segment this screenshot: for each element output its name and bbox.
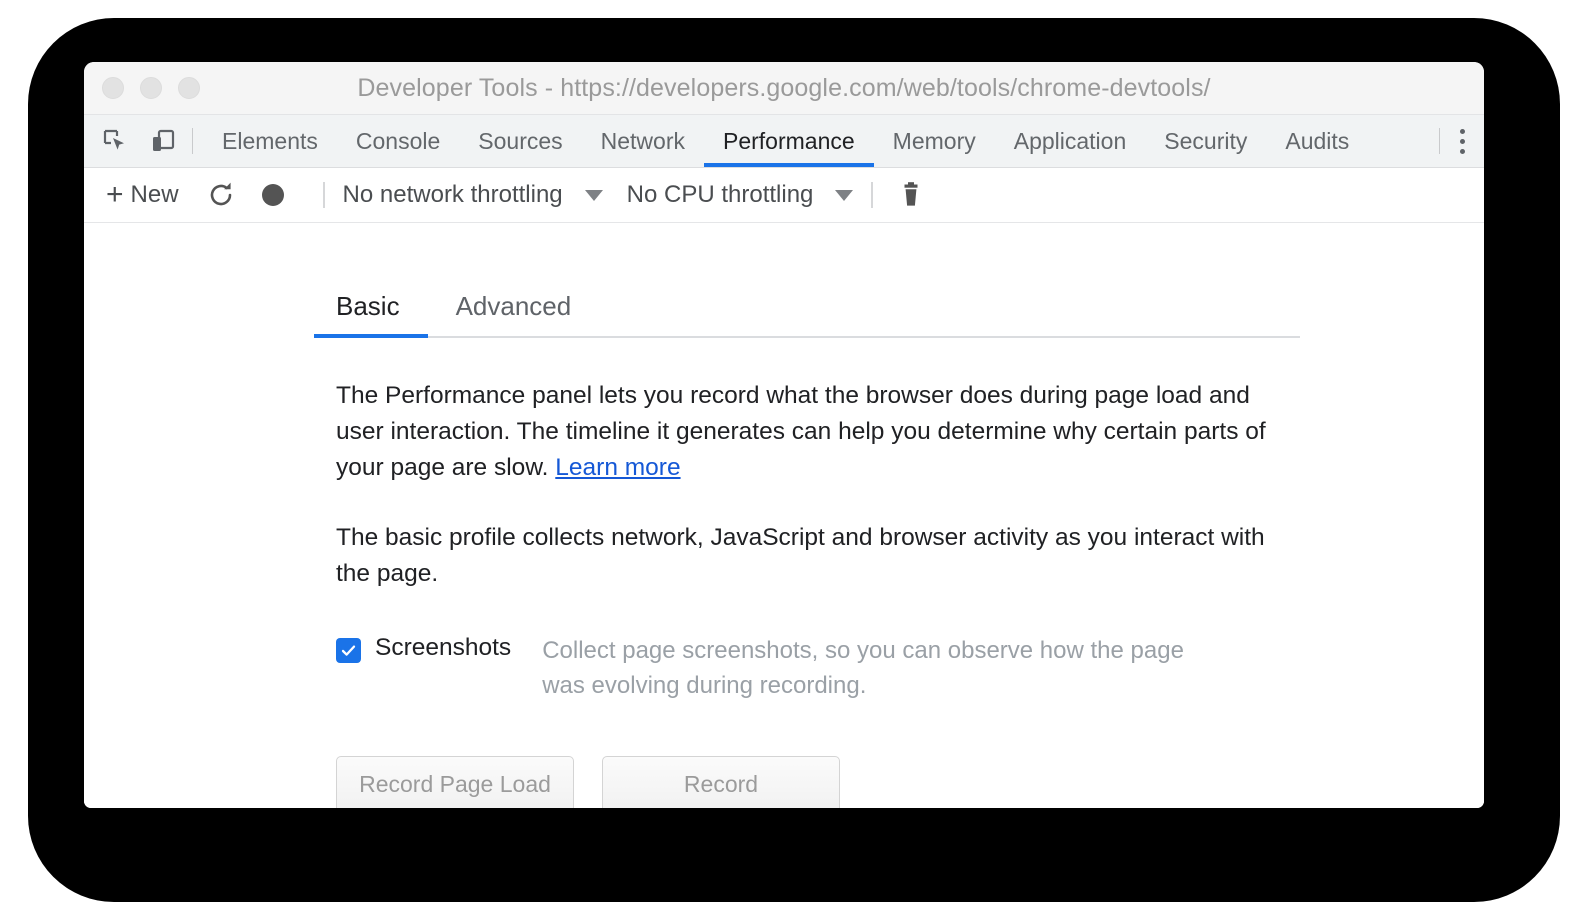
tabbar-tool-icons: [98, 115, 192, 167]
learn-more-link[interactable]: Learn more: [555, 454, 680, 481]
subtab-advanced[interactable]: Advanced: [428, 291, 600, 336]
screenshots-description: Collect page screenshots, so you can obs…: [542, 637, 1184, 699]
record-buttons-row: Record Page Load Record: [336, 755, 1300, 808]
intro-paragraph-text: The Performance panel lets you record wh…: [336, 382, 1266, 481]
tab-performance[interactable]: Performance: [704, 115, 874, 167]
screenshot-root: Developer Tools - https://developers.goo…: [0, 0, 1588, 920]
cpu-throttling-value: No CPU throttling: [626, 181, 814, 208]
record-icon[interactable]: [253, 175, 293, 215]
tab-console[interactable]: Console: [337, 115, 459, 167]
profile-mode-tabs: Basic Advanced: [314, 291, 1300, 338]
record-dot: [261, 184, 284, 206]
kebab-dot: [1459, 148, 1465, 154]
tab-label: Security: [1164, 127, 1248, 154]
screenshots-label[interactable]: Screenshots: [375, 634, 511, 662]
clear-recording-icon[interactable]: [891, 175, 931, 215]
cpu-throttling-select[interactable]: No CPU throttling: [627, 181, 854, 209]
check-icon: [341, 645, 356, 656]
kebab-dot: [1459, 128, 1465, 134]
tab-label: Sources: [478, 127, 563, 154]
tab-label: Audits: [1285, 127, 1350, 154]
devtools-tabs: Elements Console Sources Network Perform…: [203, 115, 1439, 167]
tabbar-divider-left: [192, 128, 193, 154]
intro-paragraph: The Performance panel lets you record wh…: [336, 378, 1276, 486]
toggle-device-toolbar-icon[interactable]: [146, 124, 180, 158]
record-button[interactable]: Record: [602, 755, 840, 808]
plus-icon: +: [106, 178, 124, 211]
tab-sources[interactable]: Sources: [459, 115, 581, 167]
tab-network[interactable]: Network: [582, 115, 704, 167]
tab-audits[interactable]: Audits: [1266, 115, 1368, 167]
performance-landing-panel: Basic Advanced The Performance panel let…: [84, 223, 1484, 808]
subtab-label: Basic: [336, 291, 400, 321]
new-recording-button[interactable]: + New: [106, 180, 179, 210]
network-throttling-select[interactable]: No network throttling: [343, 181, 603, 209]
more-options-icon[interactable]: [1440, 115, 1484, 167]
window-title: Developer Tools - https://developers.goo…: [357, 73, 1211, 102]
subtab-basic[interactable]: Basic: [314, 291, 428, 338]
screenshots-checkbox[interactable]: [336, 638, 361, 663]
tabbar-menu-area: [1439, 115, 1484, 167]
new-label: New: [130, 181, 179, 208]
inspect-element-icon[interactable]: [98, 124, 132, 158]
tab-label: Elements: [222, 127, 318, 154]
performance-toolbar: + New No network throttling No CPU throt…: [84, 168, 1484, 223]
tab-label: Application: [1013, 127, 1127, 154]
tab-label: Network: [600, 127, 685, 154]
tab-label: Memory: [892, 127, 976, 154]
basic-profile-paragraph: The basic profile collects network, Java…: [336, 524, 1265, 587]
toolbar-divider-1: [322, 182, 325, 208]
tab-elements[interactable]: Elements: [203, 115, 337, 167]
screenshots-option-row: Screenshots Collect page screenshots, so…: [336, 634, 1300, 704]
chevron-down-icon: [584, 189, 603, 201]
subtab-label: Advanced: [455, 291, 572, 321]
tab-memory[interactable]: Memory: [874, 115, 995, 167]
tab-security[interactable]: Security: [1145, 115, 1266, 167]
chevron-down-icon: [835, 189, 854, 201]
panel-inner: Basic Advanced The Performance panel let…: [314, 291, 1300, 808]
window-titlebar: Developer Tools - https://developers.goo…: [84, 62, 1484, 115]
devtools-window: Developer Tools - https://developers.goo…: [84, 62, 1484, 808]
network-throttling-value: No network throttling: [342, 181, 563, 208]
reload-and-profile-icon[interactable]: [201, 175, 241, 215]
tab-label: Performance: [723, 127, 855, 154]
tab-label: Console: [355, 127, 441, 154]
devtools-tabbar: Elements Console Sources Network Perform…: [84, 115, 1484, 168]
record-page-load-button[interactable]: Record Page Load: [336, 755, 574, 808]
kebab-dot: [1459, 138, 1465, 144]
toolbar-divider-2: [871, 182, 874, 208]
tab-application[interactable]: Application: [995, 115, 1146, 167]
